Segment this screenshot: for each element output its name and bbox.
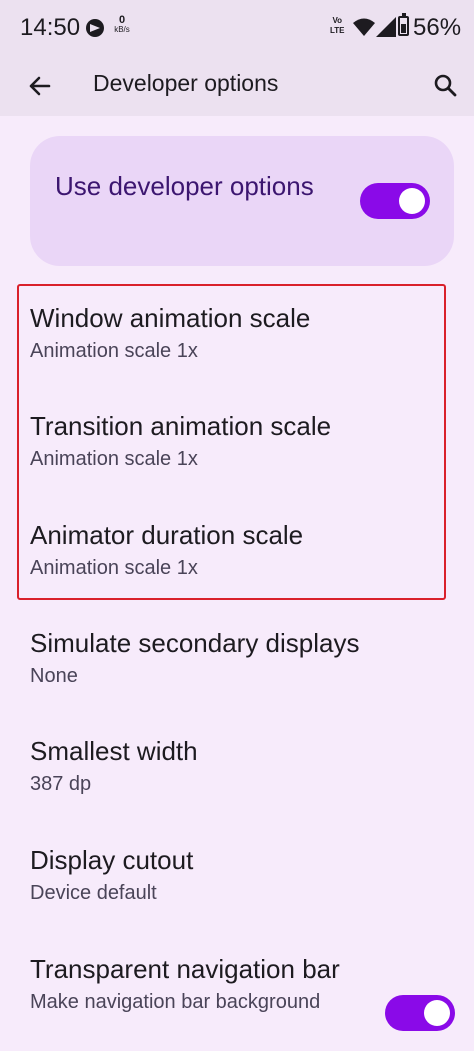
- setting-animator-duration-scale[interactable]: Animator duration scale Animation scale …: [30, 519, 450, 581]
- setting-summary: Animation scale 1x: [30, 448, 198, 470]
- network-speed-value: 0: [118, 14, 126, 26]
- network-speed-unit: kB/s: [114, 25, 130, 34]
- volte-bottom: LTE: [330, 26, 345, 35]
- app-bar: Developer options: [0, 58, 474, 116]
- setting-transition-animation-scale[interactable]: Transition animation scale Animation sca…: [30, 410, 450, 472]
- setting-summary: Make navigation bar background: [30, 991, 321, 1013]
- setting-title: Window animation scale: [30, 303, 311, 333]
- setting-summary: Animation scale 1x: [30, 340, 198, 362]
- setting-summary: Device default: [30, 882, 157, 904]
- signal-icon: [376, 17, 396, 37]
- back-arrow-icon[interactable]: [22, 68, 58, 104]
- use-developer-options-card[interactable]: Use developer options: [30, 136, 454, 266]
- setting-smallest-width[interactable]: Smallest width 387 dp: [30, 735, 450, 797]
- use-developer-options-label: Use developer options: [55, 171, 314, 201]
- setting-summary: 387 dp: [30, 773, 92, 795]
- status-time: 14:50: [20, 14, 81, 41]
- setting-title: Display cutout: [30, 845, 194, 875]
- setting-simulate-secondary-displays[interactable]: Simulate secondary displays None: [30, 627, 450, 689]
- setting-window-animation-scale[interactable]: Window animation scale Animation scale 1…: [30, 302, 450, 364]
- switch-thumb: [399, 188, 425, 214]
- wifi-icon: [353, 18, 375, 36]
- use-developer-options-switch[interactable]: [360, 183, 430, 219]
- search-icon[interactable]: [428, 68, 464, 104]
- transparent-navigation-bar-switch[interactable]: [385, 995, 455, 1031]
- setting-transparent-navigation-bar[interactable]: Transparent navigation bar Make navigati…: [30, 953, 370, 1015]
- setting-summary: None: [30, 665, 78, 687]
- page-title: Developer options: [93, 70, 279, 96]
- volte-icon: Vo LTE: [330, 16, 345, 36]
- switch-thumb: [424, 1000, 450, 1026]
- telegram-icon: [86, 19, 104, 37]
- setting-title: Transparent navigation bar: [30, 954, 340, 984]
- screen: 14:50 0 kB/s Vo LTE 56% Developer option…: [0, 0, 474, 1051]
- setting-display-cutout[interactable]: Display cutout Device default: [30, 844, 450, 906]
- battery-icon: [398, 13, 409, 36]
- network-speed: 0 kB/s: [113, 15, 131, 35]
- battery-percent: 56%: [413, 14, 462, 41]
- setting-title: Animator duration scale: [30, 520, 304, 550]
- setting-title: Simulate secondary displays: [30, 628, 360, 658]
- status-bar: 14:50 0 kB/s Vo LTE 56%: [0, 0, 474, 58]
- setting-title: Smallest width: [30, 736, 198, 766]
- setting-title: Transition animation scale: [30, 411, 332, 441]
- volte-top: Vo: [332, 16, 343, 25]
- setting-summary: Animation scale 1x: [30, 557, 198, 579]
